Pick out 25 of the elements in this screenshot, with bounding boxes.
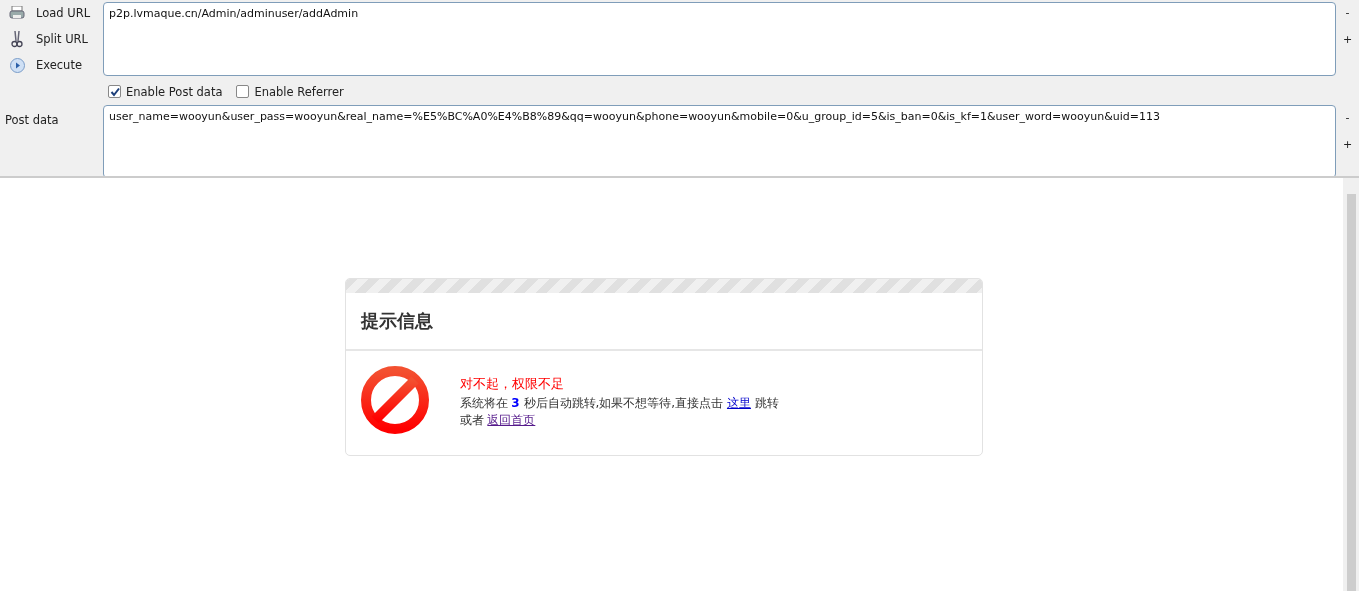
resize-button[interactable]: - [1345,6,1350,19]
printer-icon [9,6,25,20]
play-icon [9,57,25,73]
scissors-icon [11,30,23,48]
prohibited-icon [359,365,430,435]
checkbox[interactable] [236,85,250,98]
checkbox-label: Enable Post data [126,84,223,99]
load-url-button[interactable]: Load URL [0,0,103,26]
url-field[interactable]: p2p.lvmaque.cn/Admin/adminuser/addAdmin [103,2,1336,76]
checkbox-label: Enable Referrer [254,84,344,99]
home-link[interactable]: 返回首页 [487,413,536,427]
scrollbar-thumb[interactable] [1347,194,1356,591]
post-data-label: Post data [5,113,59,127]
error-message: 对不起，权限不足 [459,375,565,392]
here-link[interactable]: 这里 [726,396,751,410]
resize-button[interactable]: + [1342,138,1353,151]
resize-button[interactable]: + [1342,33,1353,46]
checkbox[interactable] [108,85,121,98]
redirect-message: 系统将在 3 秒后自动跳转,如果不想等待,直接点击 这里 跳转 [459,395,779,412]
notice-title: 提示信息 [360,309,433,333]
resize-button[interactable]: - [1345,111,1350,124]
execute-button[interactable]: Execute [0,52,103,78]
split-url-button[interactable]: Split URL [0,26,103,52]
post-data-field[interactable]: user_name=wooyun&user_pass=wooyun&real_name=%E5%BC%A0%E4%B8%89&qq=wooyun&phone=wooyun&mobile=0&u_group_id=5&is_ban=0&is_kf=1&user_word=wooyun&uid=113 [103,105,1336,176]
home-link-line: 或者 返回首页 [459,412,537,429]
